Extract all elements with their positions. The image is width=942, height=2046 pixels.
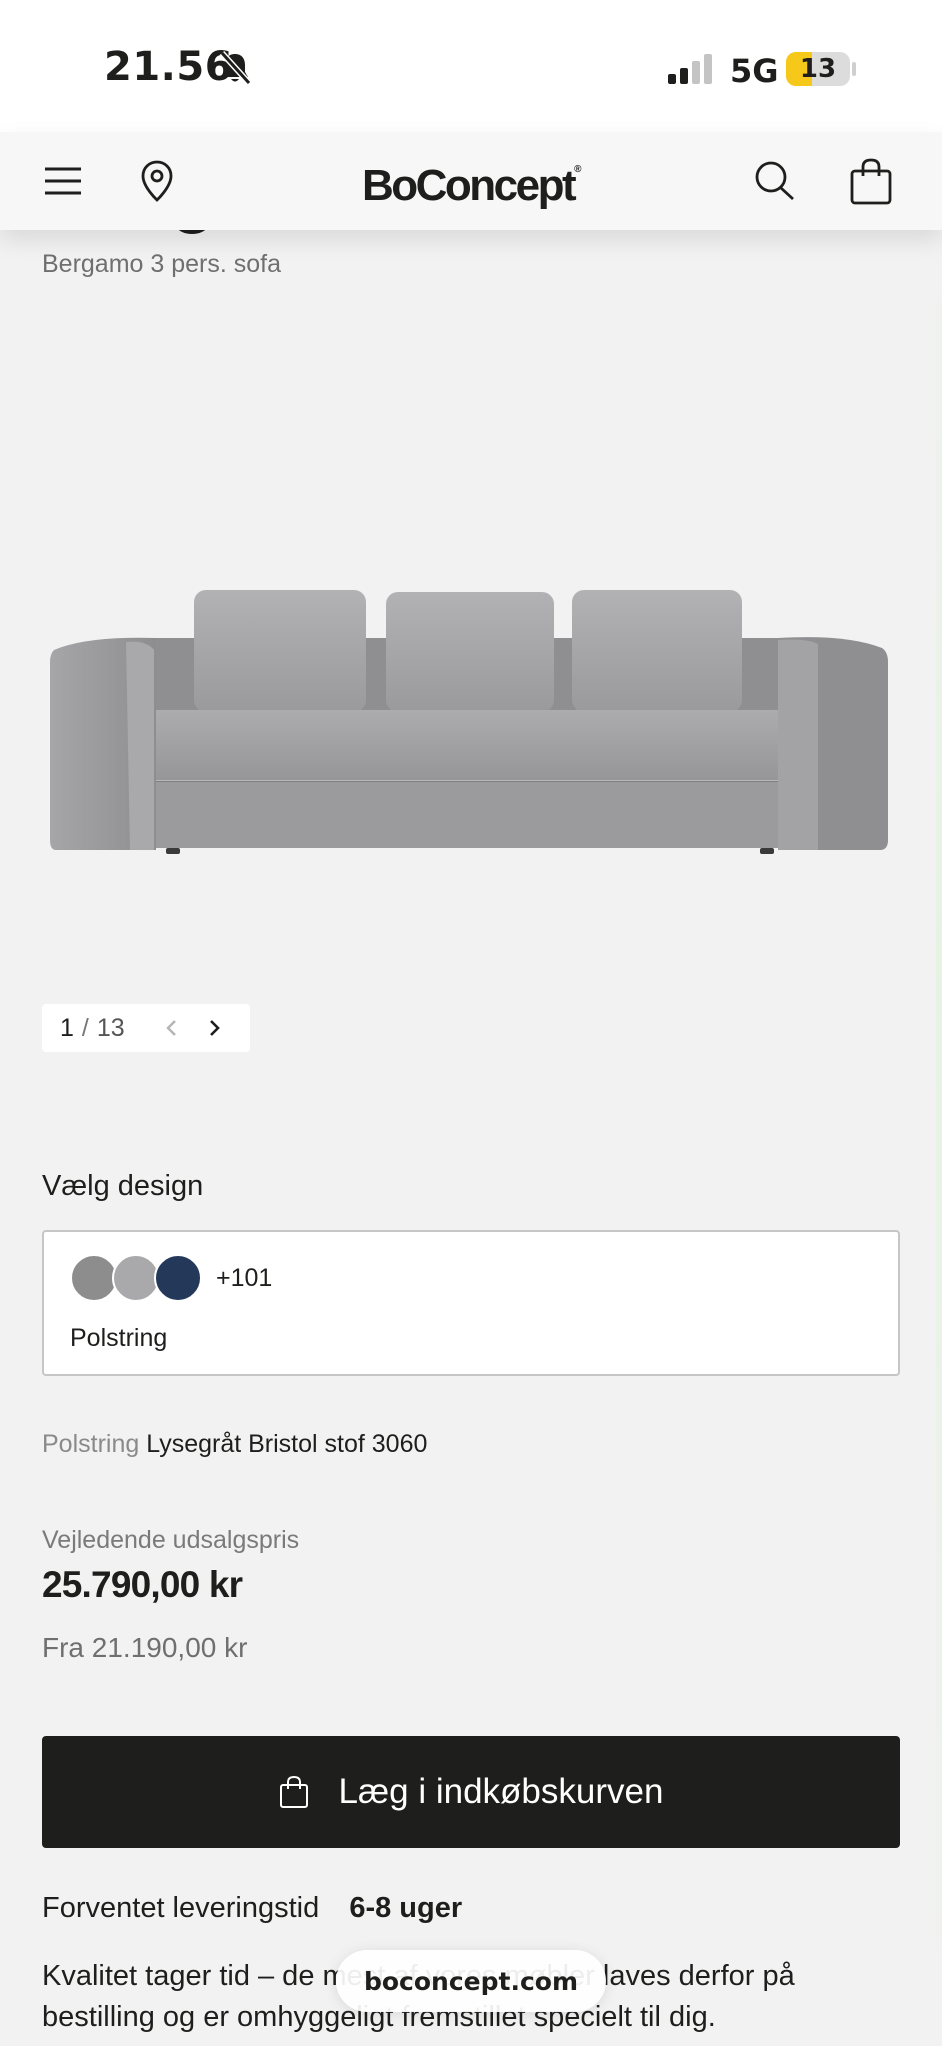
fabric-swatch xyxy=(154,1254,202,1302)
price-from: Fra 21.190,00 kr xyxy=(42,1632,248,1663)
gallery-current: 1 xyxy=(60,1013,74,1042)
cart-button[interactable] xyxy=(842,152,900,210)
search-icon xyxy=(755,161,794,201)
upholstery-label: Polstring xyxy=(42,1430,140,1458)
url-text: boconcept.com xyxy=(363,1966,579,1996)
status-bar: 21.56 5G 13 xyxy=(0,0,942,132)
add-to-cart-label: Læg i indkøbskurven xyxy=(338,1772,664,1811)
design-type-label: Polstring xyxy=(70,1324,168,1352)
bell-slash-icon xyxy=(219,50,252,86)
shopping-bag-icon xyxy=(850,158,892,205)
delivery-info: Forventet leveringstid 6-8 uger xyxy=(42,1892,462,1925)
battery-level: 13 xyxy=(799,54,837,84)
delivery-value: 6-8 uger xyxy=(349,1892,463,1924)
fabric-swatch xyxy=(70,1254,118,1302)
battery-icon: 13 xyxy=(786,52,850,86)
design-selector[interactable]: +101 Polstring xyxy=(42,1230,900,1376)
upholstery-value: Lysegråt Bristol stof 3060 xyxy=(146,1430,428,1458)
add-to-cart-button[interactable]: Læg i indkøbskurven xyxy=(42,1736,900,1848)
delivery-label: Forventet leveringstid xyxy=(42,1892,320,1924)
network-type: 5G xyxy=(730,52,779,90)
search-button[interactable] xyxy=(746,152,804,210)
location-pin-icon xyxy=(141,160,173,202)
gallery-total: 13 xyxy=(96,1013,125,1042)
brand-logo[interactable]: BoConcept® xyxy=(362,140,582,210)
product-subtitle: Bergamo 3 pers. sofa xyxy=(42,250,282,278)
page-edge xyxy=(936,230,942,2046)
more-swatches-count: +101 xyxy=(216,1264,273,1292)
upholstery-info: Polstring Lysegråt Bristol stof 3060 xyxy=(42,1430,427,1459)
gallery-separator: / xyxy=(81,1013,89,1042)
signal-icon xyxy=(668,54,712,84)
gallery-pager: 1 / 13 xyxy=(42,1004,250,1052)
store-locator-button[interactable] xyxy=(128,152,186,210)
chevron-right-icon[interactable] xyxy=(200,1014,228,1042)
choose-design-label: Vælg design xyxy=(42,1170,204,1202)
shopping-bag-icon xyxy=(279,1775,308,1808)
chevron-left-icon[interactable] xyxy=(158,1014,186,1042)
menu-button[interactable] xyxy=(34,152,92,210)
status-time: 21.56 xyxy=(104,44,234,90)
battery-cap xyxy=(852,62,856,76)
product-image[interactable] xyxy=(46,570,896,870)
price: 25.790,00 kr xyxy=(42,1564,243,1605)
menu-icon xyxy=(45,167,81,195)
logo-registered-mark: ® xyxy=(574,164,582,175)
logo-text: BoConcept xyxy=(362,161,577,210)
price-label: Vejledende udsalgspris xyxy=(42,1526,300,1554)
fabric-swatch xyxy=(112,1254,160,1302)
browser-url-bar[interactable]: boconcept.com xyxy=(336,1950,606,2012)
